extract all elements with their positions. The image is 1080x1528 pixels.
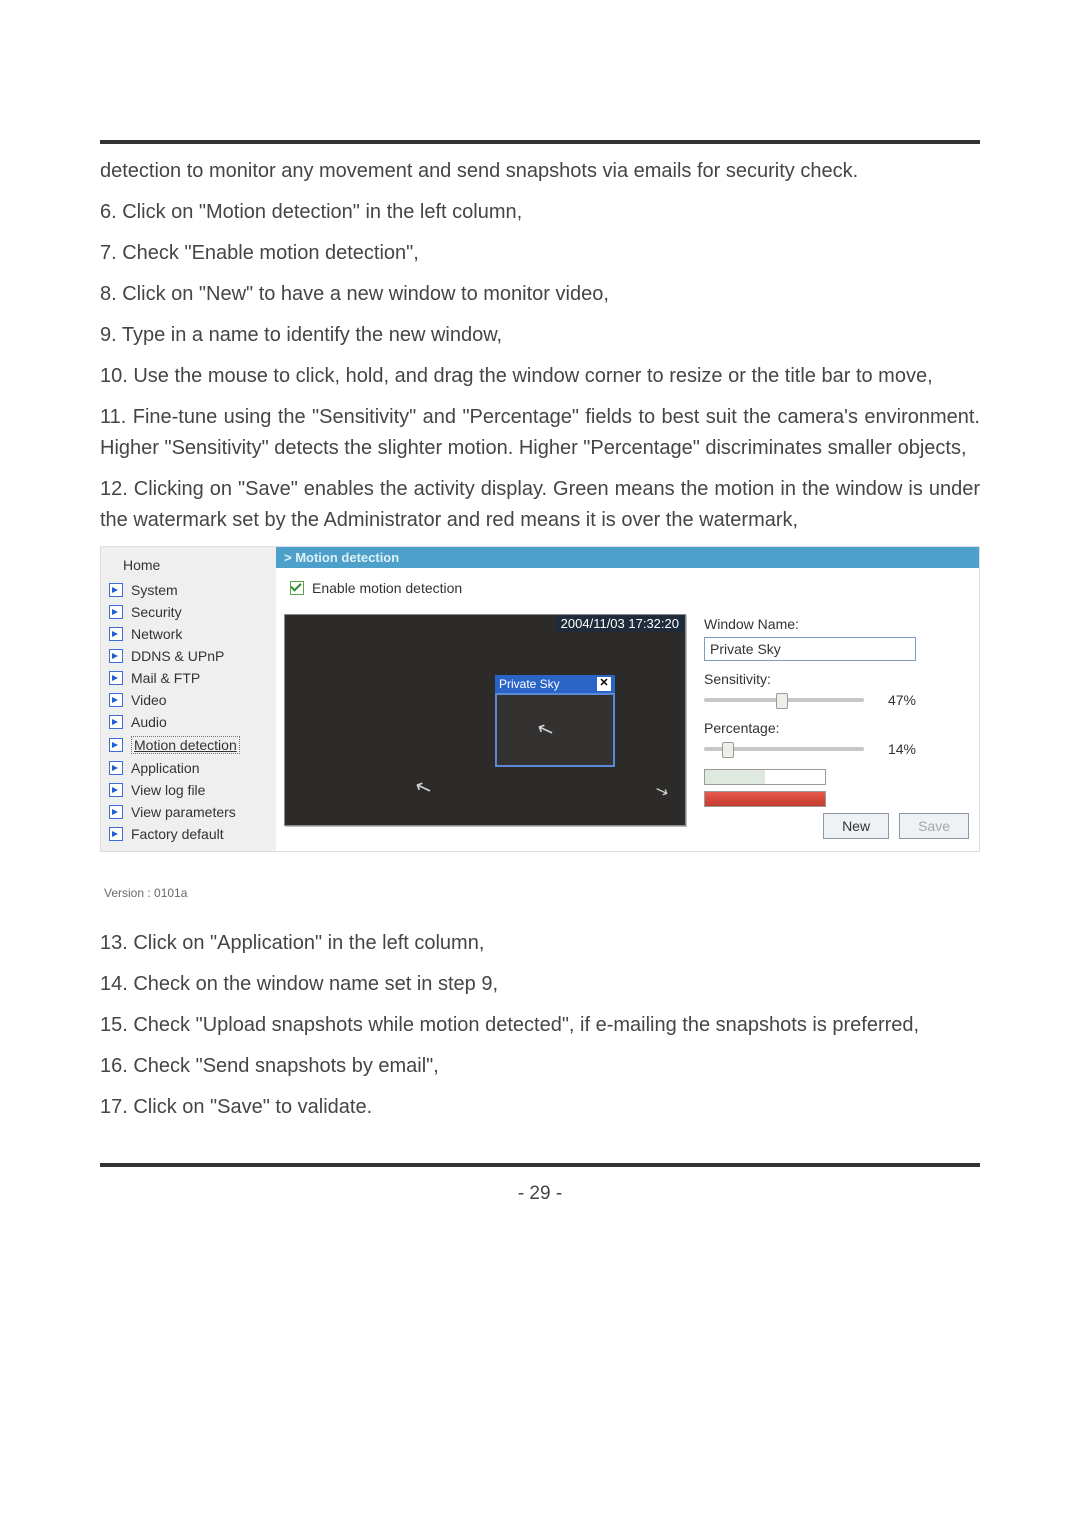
window-name-label: Window Name: — [704, 616, 971, 632]
para: 15. Check "Upload snapshots while motion… — [100, 1010, 980, 1041]
sidebar-item-application[interactable]: Application — [101, 757, 276, 779]
para: 8. Click on "New" to have a new window t… — [100, 279, 980, 310]
top-horizontal-rule — [100, 140, 980, 144]
slider-thumb[interactable] — [776, 693, 788, 709]
para: 6. Click on "Motion detection" in the le… — [100, 197, 980, 228]
video-timestamp: 2004/11/03 17:32:20 — [555, 615, 685, 632]
sidebar-item-label: DDNS & UPnP — [131, 648, 224, 664]
cursor-icon: ↖ — [533, 715, 557, 744]
arrow-right-icon — [109, 761, 123, 775]
arrow-right-icon — [109, 693, 123, 707]
sidebar-item-system[interactable]: System — [101, 579, 276, 601]
sidebar-item-label: Video — [131, 692, 167, 708]
enable-label: Enable motion detection — [312, 580, 462, 596]
new-button[interactable]: New — [823, 813, 889, 839]
para: 9. Type in a name to identify the new wi… — [100, 320, 980, 351]
percentage-value: 14% — [872, 741, 916, 757]
slider-thumb[interactable] — [722, 742, 734, 758]
para: 11. Fine-tune using the "Sensitivity" an… — [100, 402, 980, 464]
cursor-icon: ↖ — [411, 773, 435, 802]
sidebar-item-label: View parameters — [131, 804, 236, 820]
close-icon[interactable]: ✕ — [597, 677, 611, 691]
main-panel: > Motion detection Enable motion detecti… — [276, 547, 979, 851]
video-preview[interactable]: 2004/11/03 17:32:20 Private Sky ✕ ↖ ↖ ↘ — [284, 614, 686, 826]
arrow-right-icon — [109, 715, 123, 729]
sidebar: Home System Security Network DDNS & UPnP… — [101, 547, 276, 851]
activity-indicator-over — [704, 791, 826, 807]
arrow-right-icon — [109, 649, 123, 663]
para: 13. Click on "Application" in the left c… — [100, 928, 980, 959]
sidebar-item-ddns-upnp[interactable]: DDNS & UPnP — [101, 645, 276, 667]
sidebar-item-network[interactable]: Network — [101, 623, 276, 645]
percentage-label: Percentage: — [704, 720, 971, 736]
sidebar-item-label: Security — [131, 604, 182, 620]
arrow-right-icon — [109, 783, 123, 797]
instruction-text-before: detection to monitor any movement and se… — [100, 156, 980, 536]
sidebar-item-label: System — [131, 582, 178, 598]
arrow-right-icon — [109, 827, 123, 841]
sidebar-item-factory-default[interactable]: Factory default — [101, 823, 276, 845]
sidebar-item-view-log-file[interactable]: View log file — [101, 779, 276, 801]
percentage-slider[interactable] — [704, 747, 864, 751]
sidebar-home[interactable]: Home — [101, 553, 276, 579]
para: 14. Check on the window name set in step… — [100, 969, 980, 1000]
sensitivity-slider[interactable] — [704, 698, 864, 702]
window-name-input[interactable]: Private Sky — [704, 637, 916, 661]
sensitivity-label: Sensitivity: — [704, 671, 971, 687]
para: detection to monitor any movement and se… — [100, 156, 980, 187]
sidebar-item-security[interactable]: Security — [101, 601, 276, 623]
activity-indicator — [704, 769, 826, 785]
arrow-right-icon — [109, 738, 123, 752]
arrow-right-icon — [109, 627, 123, 641]
para: 16. Check "Send snapshots by email", — [100, 1051, 980, 1082]
admin-screenshot: Home System Security Network DDNS & UPnP… — [100, 546, 980, 852]
arrow-right-icon — [109, 605, 123, 619]
sidebar-item-label: Audio — [131, 714, 167, 730]
sidebar-item-video[interactable]: Video — [101, 689, 276, 711]
save-button[interactable]: Save — [899, 813, 969, 839]
arrow-right-icon — [109, 671, 123, 685]
sensitivity-value: 47% — [872, 692, 916, 708]
detection-window-frame[interactable]: ↖ — [495, 693, 615, 767]
detection-window-title: Private Sky — [499, 677, 560, 691]
panel-title: > Motion detection — [276, 547, 979, 568]
sidebar-item-label: Motion detection — [131, 736, 240, 754]
checkbox-checked-icon[interactable] — [290, 581, 304, 595]
sidebar-item-label: Mail & FTP — [131, 670, 200, 686]
sidebar-item-label: Application — [131, 760, 200, 776]
para: 10. Use the mouse to click, hold, and dr… — [100, 361, 980, 392]
enable-motion-row[interactable]: Enable motion detection — [284, 578, 971, 614]
page-number: - 29 - — [100, 1183, 980, 1205]
para: 7. Check "Enable motion detection", — [100, 238, 980, 269]
detection-controls: Window Name: Private Sky Sensitivity: 47… — [704, 614, 971, 839]
para: 17. Click on "Save" to validate. — [100, 1092, 980, 1123]
detection-window-titlebar[interactable]: Private Sky ✕ — [495, 675, 615, 693]
sidebar-item-motion-detection[interactable]: Motion detection — [101, 733, 276, 757]
sidebar-item-audio[interactable]: Audio — [101, 711, 276, 733]
sidebar-item-label: View log file — [131, 782, 205, 798]
version-label: Version : 0101a — [100, 876, 980, 900]
arrow-right-icon — [109, 805, 123, 819]
sidebar-item-label: Network — [131, 626, 182, 642]
sidebar-item-view-parameters[interactable]: View parameters — [101, 801, 276, 823]
detection-window[interactable]: Private Sky ✕ ↖ — [495, 675, 615, 767]
resize-handle-icon[interactable]: ↘ — [652, 779, 671, 802]
instruction-text-after: 13. Click on "Application" in the left c… — [100, 928, 980, 1123]
arrow-right-icon — [109, 583, 123, 597]
para: 12. Clicking on "Save" enables the activ… — [100, 474, 980, 536]
sidebar-item-label: Factory default — [131, 826, 224, 842]
sidebar-item-mail-ftp[interactable]: Mail & FTP — [101, 667, 276, 689]
bottom-horizontal-rule — [100, 1163, 980, 1167]
